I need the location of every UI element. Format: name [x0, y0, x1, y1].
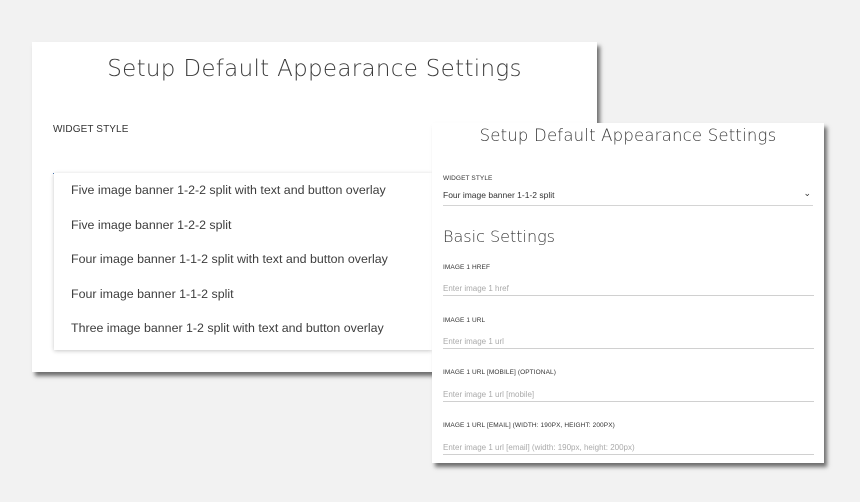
image1-url-label: IMAGE 1 URL — [443, 317, 486, 324]
widget-style-label: WIDGET STYLE — [443, 175, 493, 182]
dropdown-option[interactable]: Three image banner 1-2 split with text a… — [54, 311, 432, 346]
panel-title: Setup Default Appearance Settings — [479, 126, 777, 145]
widget-style-selected-value: Four image banner 1-1-2 split — [443, 190, 555, 200]
settings-panel-front: Setup Default Appearance Settings WIDGET… — [432, 123, 824, 463]
basic-settings-heading: Basic Settings — [443, 227, 556, 246]
image1-href-input[interactable] — [443, 281, 814, 296]
dropdown-option[interactable]: Five image banner 1-2-2 split — [54, 208, 432, 243]
chevron-down-icon: ⌄ — [803, 188, 811, 198]
widget-style-label: WIDGET STYLE — [53, 124, 129, 135]
image1-url-mobile-label: IMAGE 1 URL [MOBILE] (OPTIONAL) — [443, 369, 557, 376]
image1-url-email-label: IMAGE 1 URL [EMAIL] (WIDTH: 190PX, HEIGH… — [443, 422, 615, 429]
dropdown-option[interactable]: Four image banner 1-1-2 split with text … — [54, 242, 432, 277]
panel-title: Setup Default Appearance Settings — [107, 56, 522, 82]
image1-href-label: IMAGE 1 HREF — [443, 264, 491, 271]
widget-style-select[interactable]: Four image banner 1-1-2 split ⌄ — [443, 188, 813, 206]
dropdown-option[interactable]: Four image banner 1-1-2 split — [54, 277, 432, 312]
dropdown-option[interactable]: Five image banner 1-2-2 split with text … — [54, 173, 432, 208]
image1-url-mobile-input[interactable] — [443, 387, 814, 402]
image1-url-email-input[interactable] — [443, 440, 814, 455]
widget-style-dropdown-list: Five image banner 1-2-2 split with text … — [54, 173, 432, 350]
image1-url-input[interactable] — [443, 334, 814, 349]
